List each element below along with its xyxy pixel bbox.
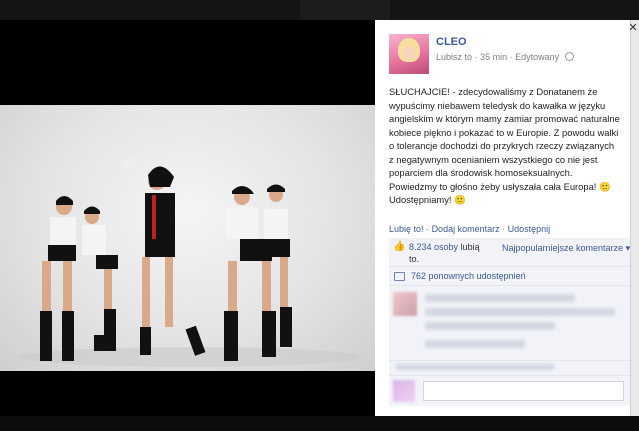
panel-scrollbar[interactable]: [630, 20, 639, 416]
dancer-center: [120, 153, 206, 356]
viewer-bottom-bar: [0, 416, 639, 431]
post-time-link[interactable]: 35 min: [480, 52, 507, 62]
feedback-box: 👍 8.234 osoby lubią to. Najpopularniejsz…: [389, 238, 630, 406]
top-bar-segment: [300, 0, 390, 20]
comment-item: [389, 286, 630, 361]
post-actions: Lubię to! · Dodaj komentarz · Udostępnij: [389, 224, 550, 234]
post-photo[interactable]: [0, 105, 375, 371]
page-name-link[interactable]: CLEO: [436, 36, 467, 48]
edited-link[interactable]: Edytowany: [515, 52, 559, 62]
like-link[interactable]: Lubię to!: [389, 224, 424, 234]
share-link[interactable]: Udostępnij: [508, 224, 551, 234]
post-meta: Lubisz to · 35 min · Edytowany: [436, 52, 574, 62]
post-message: SŁUCHAJCIE! - zdecydowaliśmy z Donatanem…: [389, 86, 620, 205]
likes-sentence: 8.234 osoby lubią to.: [409, 241, 489, 265]
commenter-avatar[interactable]: [393, 292, 417, 316]
blurred-comment-line: [425, 340, 525, 348]
share-icon: [394, 272, 405, 281]
comment-sort-dropdown[interactable]: Najpopularniejsze komentarze ▾: [502, 243, 630, 254]
like-page-link[interactable]: Lubisz to: [436, 52, 472, 62]
page-avatar[interactable]: [389, 34, 429, 74]
action-separator: ·: [502, 224, 506, 234]
dancer-2: [82, 206, 118, 351]
likes-count-link[interactable]: 8.234 osoby: [409, 242, 458, 252]
comment-link[interactable]: Dodaj komentarz: [432, 224, 500, 234]
comment-composer: [389, 376, 630, 406]
dancers-illustration: [20, 153, 360, 367]
shares-count-link[interactable]: 762 ponownych udostępnień: [411, 271, 526, 281]
dancer-1: [40, 196, 76, 361]
post-side-panel: CLEO Lubisz to · 35 min · Edytowany SŁUC…: [375, 20, 630, 416]
comment-input[interactable]: [423, 381, 624, 401]
viewer-avatar: [393, 380, 415, 402]
post-header: CLEO Lubisz to · 35 min · Edytowany: [389, 34, 620, 74]
globe-icon[interactable]: [564, 52, 574, 61]
thumbs-up-icon: 👍: [393, 241, 406, 252]
close-icon[interactable]: ✕: [627, 22, 639, 34]
blurred-comment-line: [395, 364, 555, 370]
comment-item: [389, 361, 630, 376]
blurred-comment-line: [425, 294, 575, 302]
meta-separator: ·: [509, 52, 513, 62]
action-separator: ·: [426, 224, 430, 234]
photo-stage[interactable]: [0, 20, 375, 416]
likes-row: 👍 8.234 osoby lubią to. Najpopularniejsz…: [389, 238, 630, 267]
blurred-comment-line: [425, 308, 615, 316]
shares-row: 762 ponownych udostępnień: [389, 267, 630, 286]
meta-separator: ·: [474, 52, 478, 62]
viewer-top-bar: [0, 0, 639, 20]
blurred-comment-line: [425, 322, 555, 330]
